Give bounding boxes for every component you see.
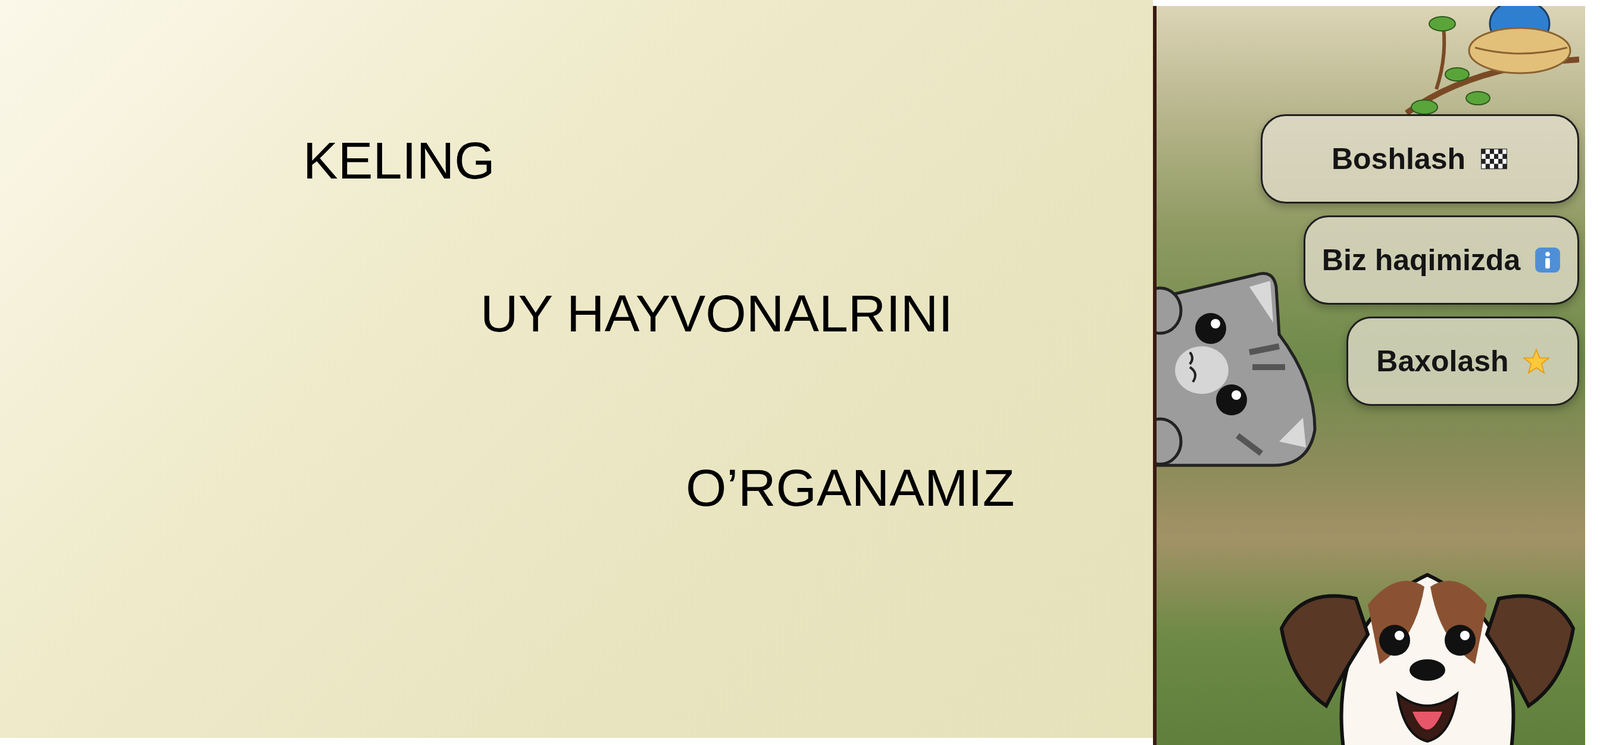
dog-icon bbox=[1278, 551, 1577, 745]
page-margin bbox=[1585, 0, 1600, 745]
star-icon bbox=[1523, 348, 1550, 375]
page: KELING UY HAYVONALRINI O’RGANAMIZ Boshlash… bbox=[0, 0, 1600, 745]
menu-label: Boshlash bbox=[1331, 136, 1466, 182]
hero-line: KELING bbox=[302, 134, 1153, 187]
hero-line: O’RGANAMIZ bbox=[685, 461, 1153, 515]
bird-nest-icon bbox=[1400, 5, 1580, 125]
hero-line: UY HAYVONALRINI bbox=[480, 287, 1153, 340]
flag-icon bbox=[1479, 147, 1509, 171]
cat-icon bbox=[1154, 263, 1321, 478]
menu-panel: Boshlash Biz haqimizda Baxolash bbox=[1152, 5, 1586, 745]
info-icon bbox=[1534, 247, 1561, 274]
menu-label: Baxolash bbox=[1376, 339, 1509, 384]
menu-button[interactable]: Boshlash bbox=[1260, 114, 1580, 204]
menu-button[interactable]: Baxolash bbox=[1346, 316, 1580, 406]
hero-area: KELING UY HAYVONALRINI O’RGANAMIZ bbox=[0, 0, 1153, 739]
menu-label: Biz haqimizda bbox=[1322, 238, 1521, 283]
menu-button[interactable]: Biz haqimizda bbox=[1303, 215, 1580, 305]
